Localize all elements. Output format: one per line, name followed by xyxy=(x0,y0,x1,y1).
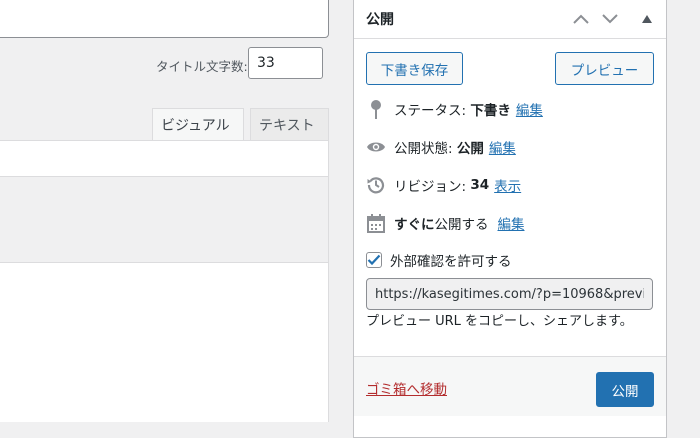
save-draft-button[interactable]: 下書き保存 xyxy=(366,52,463,85)
allow-preview-label: 外部確認を許可する xyxy=(390,254,512,270)
post-title-input[interactable] xyxy=(0,0,329,38)
schedule-value: すぐに xyxy=(394,217,435,233)
tab-visual[interactable]: ビジュアル xyxy=(152,108,244,141)
browse-revisions-link[interactable]: 表示 xyxy=(494,175,521,195)
status-value: 下書き xyxy=(470,103,511,119)
allow-preview-checkbox[interactable] xyxy=(366,252,382,268)
move-down-icon[interactable] xyxy=(599,8,621,30)
title-count-input[interactable] xyxy=(248,47,323,79)
editor-toolbar xyxy=(0,140,329,176)
edit-visibility-link[interactable]: 編集 xyxy=(489,137,516,157)
move-to-trash-link[interactable]: ゴミ箱へ移動 xyxy=(366,378,447,398)
title-count-label: タイトル文字数: xyxy=(156,59,248,74)
visibility-label: 公開状態: xyxy=(394,141,453,157)
calendar-icon xyxy=(366,213,386,233)
preview-url-note: プレビュー URL をコピーし、シェアします。 xyxy=(366,314,633,329)
tab-text[interactable]: テキスト xyxy=(250,108,329,141)
status-row: ステータス: 下書き 編集 xyxy=(366,98,543,120)
publish-box-title: 公開 xyxy=(366,12,394,28)
publish-button[interactable]: 公開 xyxy=(596,372,654,407)
move-up-icon[interactable] xyxy=(570,8,592,30)
revisions-label: リビジョン: xyxy=(394,179,467,195)
pin-icon xyxy=(366,99,386,119)
publish-box-divider xyxy=(354,38,666,39)
allow-preview-row: 外部確認を許可する xyxy=(366,250,512,270)
history-icon xyxy=(366,175,386,195)
visibility-value: 公開 xyxy=(456,141,484,157)
revisions-count: 34 xyxy=(470,177,490,193)
edit-schedule-link[interactable]: 編集 xyxy=(498,213,525,233)
schedule-label: 公開する xyxy=(434,217,489,233)
status-label: ステータス: xyxy=(394,103,467,119)
preview-button[interactable]: プレビュー xyxy=(555,52,654,85)
collapse-toggle-icon[interactable] xyxy=(636,8,658,30)
schedule-row: すぐに 公開する 編集 xyxy=(366,212,525,234)
eye-icon xyxy=(366,137,386,157)
revisions-row: リビジョン: 34 表示 xyxy=(366,174,521,196)
edit-status-link[interactable]: 編集 xyxy=(516,99,543,119)
visibility-row: 公開状態: 公開 編集 xyxy=(366,136,516,158)
editor-toolbar-secondary xyxy=(0,176,329,262)
preview-url-input[interactable] xyxy=(366,278,653,310)
editor-content-area[interactable] xyxy=(0,262,329,422)
